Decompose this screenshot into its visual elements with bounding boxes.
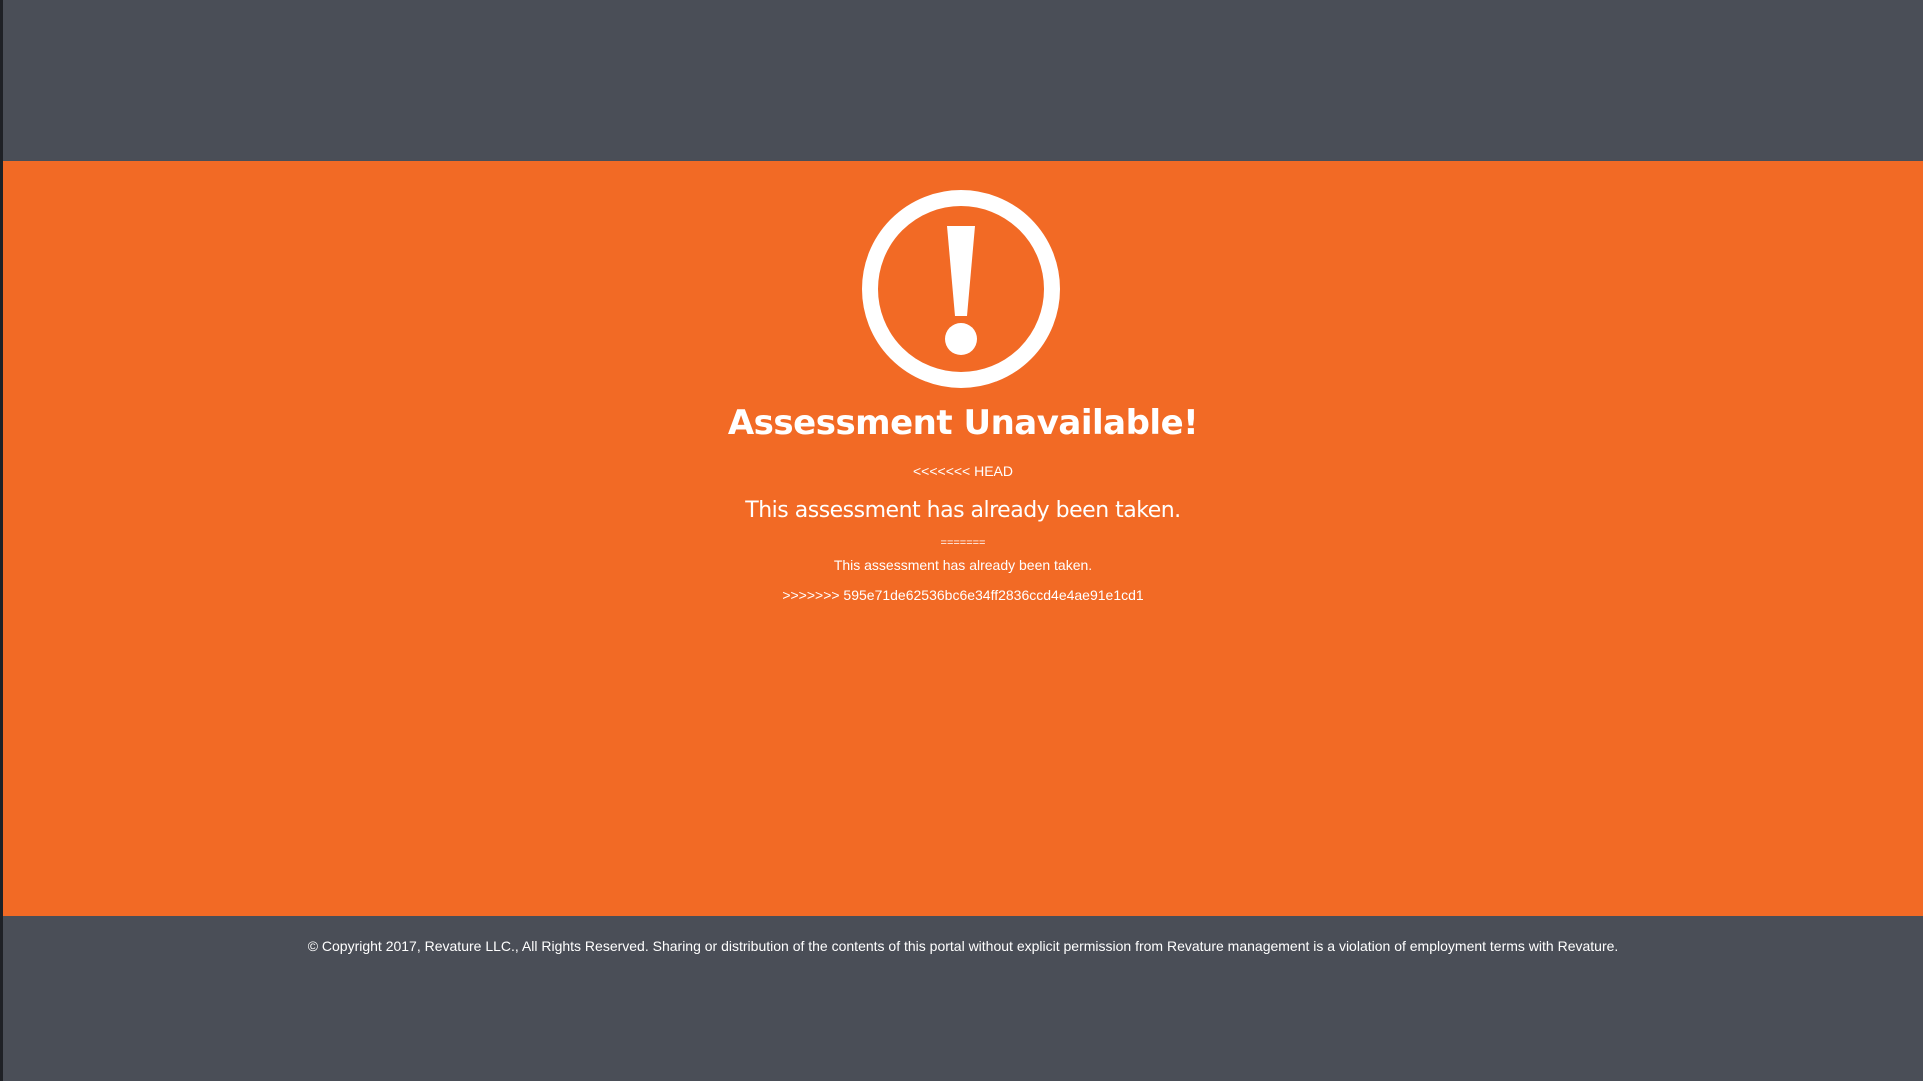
unavailable-message: This assessment has already been taken. [745,498,1181,523]
merge-marker-separator: ======= [940,537,986,549]
footer: © Copyright 2017, Revature LLC., All Rig… [3,916,1923,1081]
merge-marker-commit: >>>>>>> 595e71de62536bc6e34ff2836ccd4e4a… [782,587,1144,603]
unavailable-panel: Assessment Unavailable! <<<<<<< HEAD Thi… [3,161,1923,916]
page-title: Assessment Unavailable! [727,403,1199,443]
merge-marker-head: <<<<<<< HEAD [912,463,1014,479]
top-bar [3,0,1923,161]
copyright-text: © Copyright 2017, Revature LLC., All Rig… [307,938,1619,954]
unavailable-message-alt: This assessment has already been taken. [833,557,1093,573]
exclamation-circle-icon [862,190,1060,388]
